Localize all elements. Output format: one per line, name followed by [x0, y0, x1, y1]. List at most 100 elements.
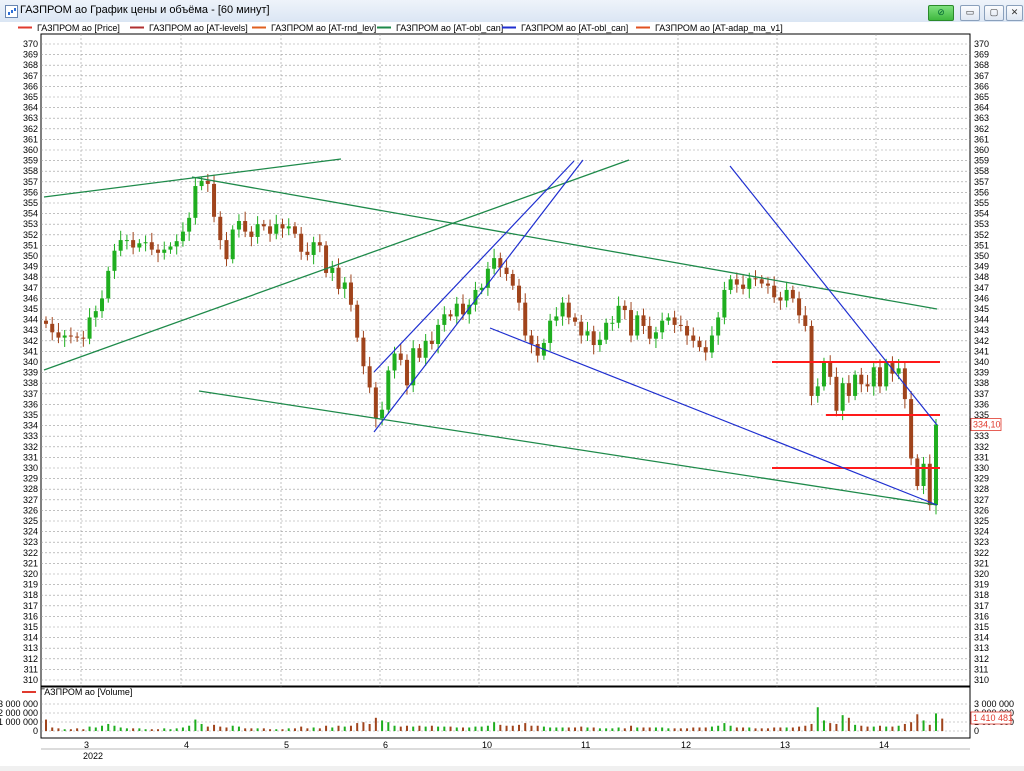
price-tick-label-left: 327 — [23, 495, 38, 505]
price-tick-label-left: 343 — [23, 325, 38, 335]
price-tick-label-right: 368 — [974, 60, 989, 70]
candle-body — [112, 250, 117, 271]
volume-bar — [524, 723, 527, 731]
price-tick-label-left: 317 — [23, 601, 38, 611]
candle-body — [311, 242, 316, 255]
minimize-button[interactable]: ▭ — [960, 5, 980, 21]
price-tick-label-right: 321 — [974, 558, 989, 568]
candle-body — [747, 278, 752, 289]
volume-bar — [878, 725, 881, 731]
volume-bar — [636, 727, 639, 731]
candle-body — [821, 362, 826, 387]
candle-body — [417, 348, 422, 358]
price-tick-label-right: 351 — [974, 240, 989, 250]
candle-body — [124, 240, 129, 242]
candle-body — [199, 180, 204, 187]
volume-bar — [281, 729, 284, 731]
price-tick-label-left: 336 — [23, 399, 38, 409]
link-chart-button[interactable]: ⊘ — [928, 5, 954, 21]
price-tick-label-left: 316 — [23, 611, 38, 621]
candle-body — [392, 353, 397, 371]
price-tick-label-left: 355 — [23, 198, 38, 208]
candle-body — [373, 387, 378, 419]
candle-body — [280, 224, 285, 229]
legend-label: ГАЗПРОМ ао [AT-adap_ma_v1] — [655, 23, 783, 33]
volume-bar — [742, 727, 745, 731]
candle-body — [591, 331, 596, 346]
candle-body — [168, 246, 173, 250]
volume-bar — [244, 728, 247, 731]
volume-bar — [567, 727, 570, 731]
volume-bar — [437, 726, 440, 731]
volume-bar — [754, 728, 757, 731]
volume-bar — [704, 727, 707, 731]
price-tick-label-left: 353 — [23, 219, 38, 229]
volume-bar — [318, 728, 321, 731]
volume-bar — [735, 727, 738, 731]
volume-bar — [169, 729, 172, 731]
volume-bar — [418, 725, 421, 731]
volume-bar — [412, 726, 415, 731]
price-tick-label-left: 326 — [23, 505, 38, 515]
candle-body — [517, 285, 522, 303]
price-tick-label-right: 365 — [974, 92, 989, 102]
volume-bar — [928, 724, 931, 731]
volume-bar — [82, 729, 85, 731]
price-tick-label-left: 337 — [23, 389, 38, 399]
day-tick-label: 4 — [184, 740, 189, 750]
volume-tick-label-right: 0 — [974, 726, 979, 736]
volume-bar — [804, 725, 807, 731]
volume-bar — [648, 727, 651, 731]
candle-body — [361, 337, 366, 367]
price-tick-label-left: 362 — [23, 124, 38, 134]
volume-bar — [225, 727, 228, 731]
price-tick-label-right: 353 — [974, 219, 989, 229]
candle-body — [722, 289, 727, 318]
candle-body — [93, 311, 98, 318]
day-tick-label: 5 — [284, 740, 289, 750]
volume-bar — [88, 726, 91, 731]
price-tick-label-right: 314 — [974, 633, 989, 643]
candle-body — [510, 274, 515, 286]
chart-area[interactable]: 310 310 311 311 312 312 313 313 314 314 315 315 316 3… — [0, 22, 1024, 766]
volume-bar — [69, 729, 72, 731]
volume-bar — [175, 728, 178, 731]
price-tick-label-left: 360 — [23, 145, 38, 155]
price-tick-label-left: 324 — [23, 527, 38, 537]
maximize-button[interactable]: ▢ — [984, 5, 1004, 21]
candle-body — [653, 332, 658, 339]
volume-bar — [667, 728, 670, 731]
candle-body — [367, 366, 372, 388]
volume-bar — [748, 727, 751, 731]
price-tick-label-right: 367 — [974, 71, 989, 81]
candle-body — [180, 231, 185, 242]
price-volume-chart[interactable]: 310 310311 311312 312313 313314 314315 315316 3… — [0, 22, 1024, 766]
candle-body — [641, 315, 646, 326]
price-tick-label-left: 312 — [23, 654, 38, 664]
close-button[interactable]: ✕ — [1006, 5, 1023, 21]
candle-body — [734, 279, 739, 285]
price-tick-label-left: 333 — [23, 431, 38, 441]
volume-bar — [51, 727, 54, 731]
price-tick-label-left: 364 — [23, 103, 38, 113]
price-tick-label-right: 318 — [974, 590, 989, 600]
price-tick-label-right: 355 — [974, 198, 989, 208]
price-tick-label-right: 354 — [974, 209, 989, 219]
volume-bar — [580, 726, 583, 731]
legend-label: ГАЗПРОМ ао [AT-obl_can] — [396, 23, 503, 33]
price-tick-label-left: 348 — [23, 272, 38, 282]
volume-bar — [623, 728, 626, 731]
price-tick-label-right: 324 — [974, 527, 989, 537]
price-tick-label-right: 326 — [974, 505, 989, 515]
candle-body — [44, 320, 48, 324]
price-tick-label-left: 332 — [23, 442, 38, 452]
price-tick-label-right: 336 — [974, 399, 989, 409]
price-tick-label-right: 340 — [974, 357, 989, 367]
volume-bar — [63, 729, 66, 731]
candle-body — [803, 315, 808, 326]
price-tick-label-left: 358 — [23, 166, 38, 176]
volume-bar — [424, 726, 427, 731]
volume-bar — [306, 728, 309, 731]
price-tick-label-left: 369 — [23, 50, 38, 60]
candle-body — [336, 267, 341, 289]
